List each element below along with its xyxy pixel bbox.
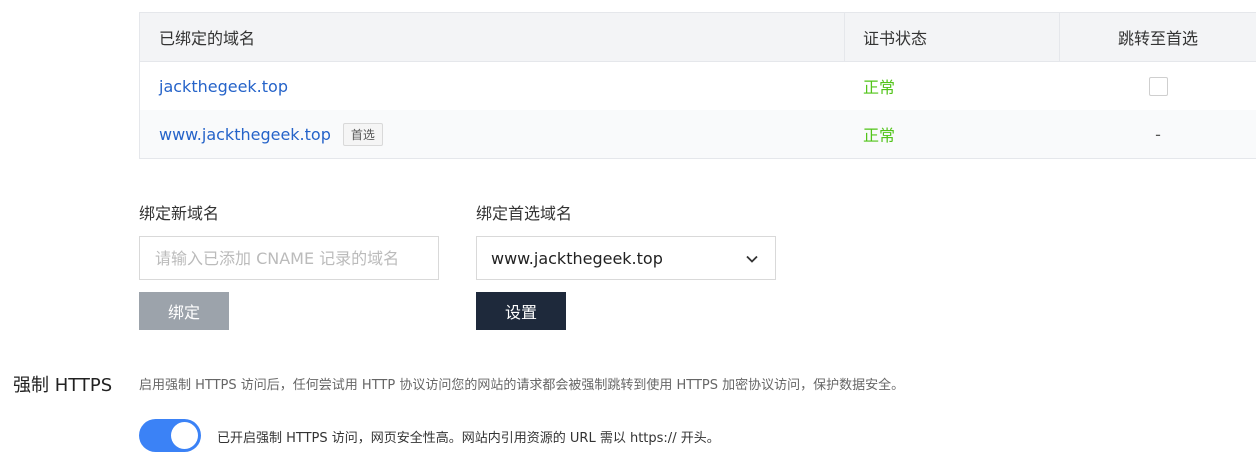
cert-status-cell: 正常 <box>845 74 1060 98</box>
domain-cell: jackthegeek.top <box>140 77 845 96</box>
status-text: 正常 <box>863 126 896 145</box>
header-redirect: 跳转至首选 <box>1117 29 1198 48</box>
bind-button[interactable]: 绑定 <box>139 292 229 330</box>
table-row: jackthegeek.top 正常 <box>140 62 1256 110</box>
table-row: www.jackthegeek.top 首选 正常 - <box>140 110 1256 158</box>
domain-cell: www.jackthegeek.top 首选 <box>140 122 845 146</box>
preferred-badge: 首选 <box>342 122 383 146</box>
force-https-title: 强制 HTTPS <box>13 375 113 396</box>
bind-new-label: 绑定新域名 <box>139 204 220 223</box>
redirect-dash: - <box>1155 124 1161 144</box>
chevron-down-icon <box>745 251 759 270</box>
table-header: 已绑定的域名 证书状态 跳转至首选 <box>140 13 1256 62</box>
set-button[interactable]: 设置 <box>476 292 566 330</box>
cert-status-cell: 正常 <box>845 122 1060 146</box>
redirect-cell <box>1060 76 1256 96</box>
force-https-toggle[interactable] <box>139 419 201 452</box>
domain-link[interactable]: www.jackthegeek.top <box>159 125 331 144</box>
header-cert-status: 证书状态 <box>845 13 1060 61</box>
selected-domain: www.jackthegeek.top <box>491 248 663 268</box>
domain-link[interactable]: jackthegeek.top <box>159 77 288 96</box>
new-domain-input[interactable] <box>139 236 439 280</box>
redirect-checkbox[interactable] <box>1148 76 1168 96</box>
bind-preferred-label: 绑定首选域名 <box>476 204 573 223</box>
header-domain: 已绑定的域名 <box>140 13 845 61</box>
domain-table: 已绑定的域名 证书状态 跳转至首选 jackthegeek.top 正常 www… <box>139 12 1256 159</box>
force-https-description: 启用强制 HTTPS 访问后，任何尝试用 HTTP 协议访问您的网站的请求都会被… <box>139 378 905 393</box>
redirect-cell: - <box>1060 125 1256 144</box>
status-text: 正常 <box>863 78 896 97</box>
toggle-knob <box>171 422 198 449</box>
preferred-domain-select[interactable]: www.jackthegeek.top <box>476 236 776 280</box>
force-https-status-text: 已开启强制 HTTPS 访问，网页安全性高。网站内引用资源的 URL 需以 ht… <box>217 431 720 446</box>
